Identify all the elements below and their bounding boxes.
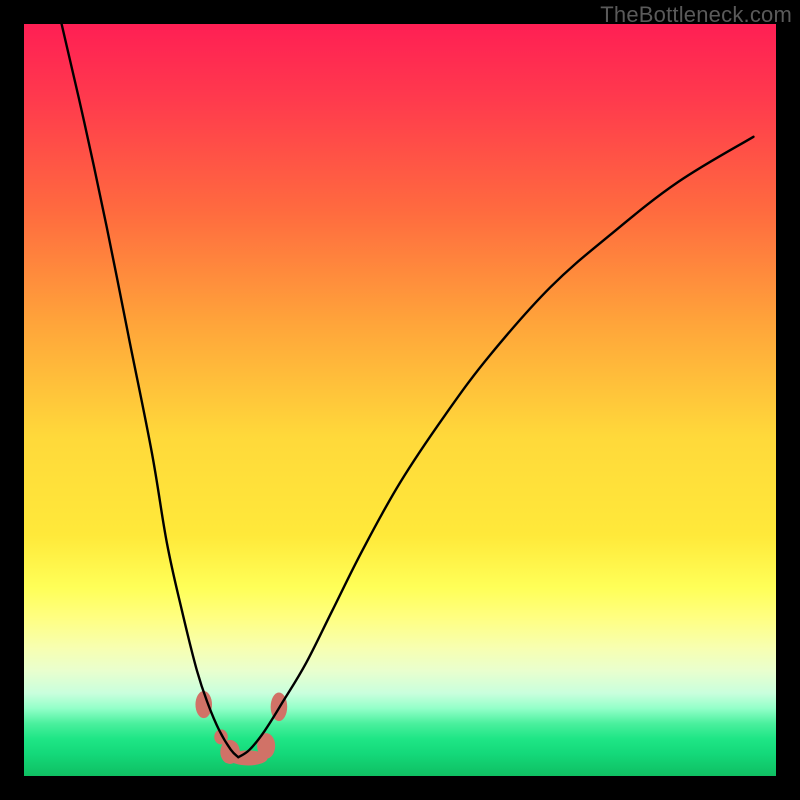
bottleneck-curve-chart — [24, 24, 776, 776]
curve-right-branch — [238, 137, 753, 757]
chart-plot-area — [24, 24, 776, 776]
watermark-text: TheBottleneck.com — [600, 2, 792, 28]
curve-left-branch — [62, 24, 239, 757]
